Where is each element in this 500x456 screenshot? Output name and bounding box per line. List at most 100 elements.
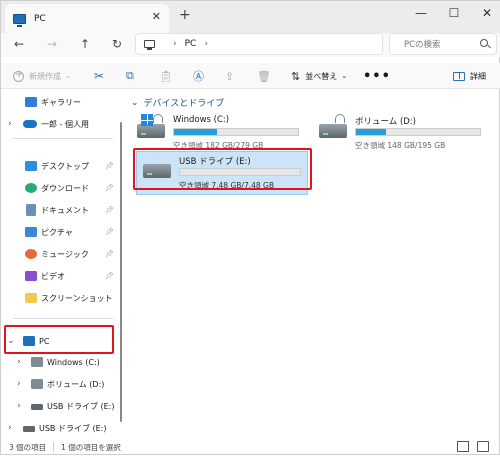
search-placeholder: PCの検索 (404, 40, 441, 50)
windows-drive-icon (31, 357, 43, 367)
details-view-icon[interactable] (457, 441, 469, 452)
delete-icon[interactable]: 🗑︎ (257, 69, 271, 83)
sidebar-item-windows-c[interactable]: › Windows (C:) (1, 352, 119, 372)
up-button[interactable]: ↑ (77, 37, 93, 51)
details-button[interactable]: 詳細 (453, 69, 486, 83)
desktop-icon (25, 161, 37, 171)
section-header[interactable]: ⌄ デバイスとドライブ (131, 96, 224, 110)
sidebar-item-downloads[interactable]: ダウンロード 📌︎ (1, 178, 119, 198)
chevron-right-icon[interactable]: › (17, 401, 21, 411)
sidebar-item-label: USB ドライブ (E:) (47, 401, 115, 411)
rename-icon[interactable]: Ⓐ (193, 69, 204, 83)
pin-icon[interactable]: 📌︎ (105, 272, 114, 280)
forward-button[interactable]: → (44, 37, 60, 51)
sidebar-item-videos[interactable]: ビデオ 📌︎ (1, 266, 119, 286)
breadcrumb-pc[interactable]: PC (185, 39, 197, 49)
drive-usage-fill (356, 129, 386, 135)
monitor-icon (144, 40, 155, 50)
drive-tile-d[interactable]: ボリューム (D:) 空き領域 148 GB/195 GB (313, 112, 489, 156)
sidebar-item-onedrive[interactable]: › 一郎 - 個人用 (1, 114, 119, 134)
chevron-right-icon[interactable]: › (8, 119, 12, 129)
command-bar: 新規作成 ⌄ ✂ ⧉ 📋︎ Ⓐ ⇪ 🗑︎ ⇅ 並べ替え ⌄ ••• 詳細 (1, 63, 500, 89)
chevron-right-icon: › (173, 39, 177, 49)
new-label: 新規作成 (29, 71, 61, 81)
windows-logo-icon (141, 114, 153, 126)
sidebar-scrollbar[interactable] (120, 122, 122, 422)
chevron-right-icon[interactable]: › (8, 423, 12, 433)
sidebar-item-screenshots[interactable]: スクリーンショット (1, 288, 119, 308)
chevron-down-icon: ⌄ (341, 72, 348, 80)
maximize-button[interactable]: ☐ (442, 6, 466, 20)
sort-button[interactable]: ⇅ 並べ替え ⌄ (291, 69, 347, 83)
drive-free-space: 空き領域 148 GB/195 GB (355, 141, 446, 150)
divider (13, 138, 113, 139)
sidebar-item-label: USB ドライブ (E:) (39, 423, 107, 433)
sidebar-item-label: ギャラリー (41, 97, 81, 107)
video-icon (25, 271, 37, 281)
file-explorer-window: PC ✕ + — ☐ ✕ ← → ↑ ↻ › PC › PCの検索 新規作成 ⌄… (0, 0, 500, 455)
copy-icon[interactable]: ⧉ (126, 69, 134, 83)
sidebar-item-label: ダウンロード (41, 183, 89, 193)
pin-icon[interactable]: 📌︎ (105, 162, 114, 170)
chevron-right-icon[interactable]: › (204, 39, 208, 49)
tab-pc[interactable]: PC ✕ (5, 4, 169, 33)
sidebar-item-desktop[interactable]: デスクトップ 📌︎ (1, 156, 119, 176)
cut-icon[interactable]: ✂ (94, 69, 104, 83)
folder-icon (25, 293, 37, 303)
paste-icon[interactable]: 📋︎ (159, 69, 173, 83)
back-button[interactable]: ← (11, 37, 27, 51)
search-icon (480, 39, 488, 47)
tab-title: PC (34, 13, 46, 24)
drive-icon (319, 114, 347, 138)
sidebar-item-label: Windows (C:) (47, 357, 100, 367)
content-pane: ⌄ デバイスとドライブ Windows (C:) 空き領域 182 GB/279… (123, 90, 500, 438)
search-input[interactable]: PCの検索 (389, 33, 497, 55)
highlight-box (133, 148, 312, 190)
more-options-button[interactable]: ••• (363, 69, 391, 84)
pin-icon[interactable]: 📌︎ (105, 184, 114, 192)
pin-icon[interactable]: 📌︎ (105, 228, 114, 236)
sort-label: 並べ替え (305, 71, 338, 81)
pin-icon[interactable]: 📌︎ (105, 206, 114, 214)
chevron-right-icon[interactable]: › (17, 357, 21, 367)
highlight-box (4, 325, 114, 354)
sidebar-item-usb-root[interactable]: › USB ドライブ (E:) (1, 418, 119, 438)
download-icon (25, 183, 37, 193)
share-icon[interactable]: ⇪ (225, 69, 234, 83)
drive-name: ボリューム (D:) (355, 117, 416, 127)
cloud-icon (23, 120, 37, 128)
pc-icon (13, 13, 26, 27)
lock-icon (335, 114, 345, 123)
gallery-icon (25, 97, 37, 107)
new-button[interactable]: 新規作成 ⌄ (13, 69, 71, 83)
usb-drive-icon (23, 426, 35, 432)
sidebar-item-label: スクリーンショット (41, 293, 113, 303)
sidebar-item-documents[interactable]: ドキュメント 📌︎ (1, 200, 119, 220)
lock-icon (153, 114, 163, 123)
sidebar-item-pictures[interactable]: ピクチャ 📌︎ (1, 222, 119, 242)
chevron-right-icon[interactable]: › (17, 379, 21, 389)
tab-close-icon[interactable]: ✕ (152, 10, 161, 23)
minimize-button[interactable]: — (409, 6, 433, 20)
sidebar-item-label: ミュージック (41, 249, 89, 259)
sidebar-item-usb-e[interactable]: › USB ドライブ (E:) (1, 396, 119, 416)
address-bar[interactable]: › PC › (135, 33, 383, 55)
pin-icon[interactable]: 📌︎ (105, 250, 114, 258)
sidebar-item-label: ボリューム (D:) (47, 379, 105, 389)
refresh-button[interactable]: ↻ (109, 37, 125, 51)
chevron-down-icon: ⌄ (65, 72, 71, 80)
status-bar: 3 個の項目 1 個の項目を選択 (1, 438, 500, 456)
navigation-bar: ← → ↑ ↻ › PC › PCの検索 (1, 33, 500, 57)
divider (13, 318, 113, 319)
drive-usage-bar (355, 128, 481, 136)
close-button[interactable]: ✕ (475, 6, 499, 20)
sidebar-item-music[interactable]: ミュージック 📌︎ (1, 244, 119, 264)
drive-usage-bar (173, 128, 299, 136)
sidebar-item-volume-d[interactable]: › ボリューム (D:) (1, 374, 119, 394)
music-icon (25, 249, 37, 259)
new-tab-button[interactable]: + (179, 7, 191, 23)
sidebar-item-gallery[interactable]: ギャラリー (1, 92, 119, 112)
tiles-view-icon[interactable] (477, 441, 489, 452)
drive-name: Windows (C:) (173, 115, 230, 125)
drive-icon (31, 379, 43, 389)
